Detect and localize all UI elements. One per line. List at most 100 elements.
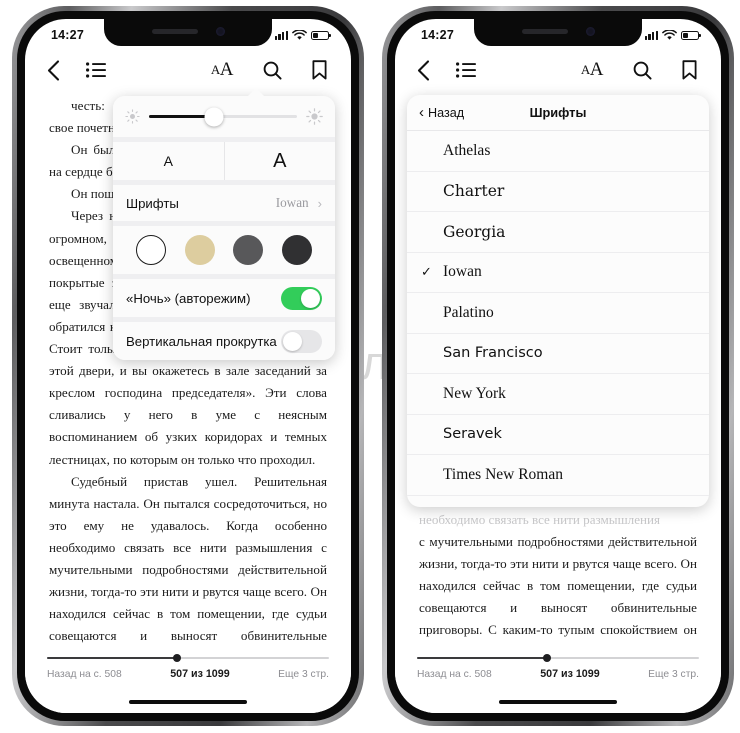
aa-large-label: A — [589, 59, 604, 80]
signal-bars-icon — [274, 30, 288, 40]
font-name: Seravek — [443, 426, 502, 443]
theme-swatch-sepia[interactable] — [184, 235, 215, 265]
phone-left-screen: 14:27 A A честь: свое почетное Он был на… — [25, 19, 351, 713]
navbar-left-group — [25, 59, 106, 81]
wifi-icon — [662, 29, 677, 40]
brightness-slider[interactable] — [149, 107, 297, 126]
font-list-item[interactable]: Georgia — [407, 212, 709, 253]
toggle-knob — [301, 288, 320, 308]
brightness-section — [113, 96, 335, 137]
font-list-item[interactable]: Charter — [407, 172, 709, 212]
night-mode-label: «Ночь» (авторежим) — [126, 290, 251, 306]
appearance-popup: A A Шрифты Iowan › «Ночь» (авторежим) Ве… — [113, 88, 335, 360]
progress-knob[interactable] — [542, 654, 551, 662]
font-list-item[interactable]: New York — [407, 374, 709, 415]
chevron-left-icon: ‹ — [419, 103, 424, 121]
status-indicators — [644, 29, 701, 41]
table-of-contents-button[interactable] — [86, 62, 106, 78]
back-to-page-link[interactable]: Назад на с. 508 — [47, 669, 122, 680]
vertical-scroll-section: Вертикальная прокрутка — [113, 322, 335, 360]
navbar-right-group: AA — [211, 59, 351, 81]
night-mode-toggle[interactable] — [281, 286, 322, 310]
reader-navbar-left: AA — [25, 49, 351, 91]
font-panel-back-button[interactable]: ‹ Назад — [419, 103, 465, 121]
brightness-slider-knob[interactable] — [204, 107, 224, 126]
notch — [474, 19, 642, 46]
progress-knob[interactable] — [172, 654, 181, 662]
home-indicator[interactable] — [129, 700, 247, 704]
fonts-row[interactable]: Шрифты Iowan › — [113, 185, 335, 221]
font-list-item-selected[interactable]: ✓ Iowan — [407, 253, 709, 293]
decrease-font-size-button[interactable]: A — [113, 142, 225, 180]
font-panel-back-label: Назад — [428, 105, 465, 120]
font-name: Iowan — [443, 263, 482, 281]
reader-navbar-right: AA — [395, 49, 721, 91]
font-size-section: A A — [113, 142, 335, 180]
reading-progress-slider[interactable] — [47, 654, 329, 662]
theme-section — [113, 226, 335, 274]
status-indicators — [274, 29, 331, 41]
brightness-row — [113, 96, 335, 137]
font-list-item[interactable]: San Francisco — [407, 334, 709, 374]
theme-swatch-gray[interactable] — [233, 235, 264, 265]
fonts-row-label: Шрифты — [126, 195, 179, 211]
reading-progress-slider[interactable] — [417, 654, 699, 662]
vertical-scroll-toggle[interactable] — [281, 329, 322, 353]
phone-right-bezel: 14:27 A A необходимо связать все нити ра… — [387, 11, 729, 721]
aa-small-label: A — [580, 62, 590, 77]
brightness-high-icon — [306, 108, 323, 125]
phone-left-bezel: 14:27 A A честь: свое почетное Он был на… — [17, 11, 359, 721]
aa-small-label: A — [210, 62, 220, 77]
earpiece-speaker-icon — [151, 29, 198, 34]
checkmark-icon: ✓ — [421, 264, 432, 280]
signal-bars-icon — [644, 30, 658, 40]
page-indicator: 507 из 1099 — [170, 668, 230, 680]
search-icon[interactable] — [633, 61, 652, 80]
navbar-right-group: AA — [581, 59, 721, 81]
night-mode-section: «Ночь» (авторежим) — [113, 279, 335, 317]
theme-swatch-white[interactable] — [136, 235, 167, 265]
font-size-row: A A — [113, 142, 335, 180]
status-time: 14:27 — [421, 28, 454, 42]
notch — [104, 19, 272, 46]
pages-left-label: Еще 3 стр. — [278, 668, 329, 680]
font-name: Georgia — [443, 222, 506, 241]
phone-right-screen: 14:27 A A необходимо связать все нити ра… — [395, 19, 721, 713]
navbar-left-group — [395, 59, 476, 81]
table-of-contents-button[interactable] — [456, 62, 476, 78]
font-list-item[interactable]: Palatino — [407, 293, 709, 334]
font-list-item[interactable]: Times New Roman — [407, 455, 709, 496]
font-list-item[interactable]: Athelas — [407, 131, 709, 172]
fonts-section: Шрифты Iowan › — [113, 185, 335, 221]
battery-low-icon — [311, 30, 331, 40]
font-list-item[interactable]: Seravek — [407, 415, 709, 455]
earpiece-speaker-icon — [521, 29, 568, 34]
font-name: Palatino — [443, 303, 494, 321]
popup-arrow — [247, 88, 265, 97]
font-panel-header: ‹ Назад Шрифты — [407, 95, 709, 131]
pages-left-label: Еще 3 стр. — [648, 668, 699, 680]
reader-status-row: Назад на с. 508 507 из 1099 Еще 3 стр. — [417, 668, 699, 680]
status-time: 14:27 — [51, 28, 84, 42]
toggle-knob — [283, 331, 302, 351]
back-to-page-link[interactable]: Назад на с. 508 — [417, 669, 492, 680]
vertical-scroll-row: Вертикальная прокрутка — [113, 322, 335, 360]
increase-font-size-button[interactable]: A — [225, 142, 336, 180]
font-list-panel: ‹ Назад Шрифты Athelas Charter Georgia ✓… — [407, 95, 709, 507]
reader-status-row: Назад на с. 508 507 из 1099 Еще 3 стр. — [47, 668, 329, 680]
night-mode-row: «Ночь» (авторежим) — [113, 279, 335, 317]
bookmark-icon[interactable] — [682, 60, 697, 80]
theme-swatch-row — [113, 226, 335, 274]
home-indicator[interactable] — [499, 700, 617, 704]
screenshot-stage: Яблык 14:27 A A честь: свое почетное Он … — [0, 0, 740, 733]
back-button[interactable] — [47, 59, 60, 81]
book-paragraph-faded: необходимо связать все нити размышления — [419, 512, 661, 527]
front-camera-icon — [215, 27, 225, 36]
theme-swatch-black[interactable] — [281, 235, 312, 265]
back-button[interactable] — [417, 59, 430, 81]
search-icon[interactable] — [263, 61, 282, 80]
progress-fill — [47, 657, 177, 659]
aa-text-size-icon[interactable]: AA — [580, 59, 604, 81]
aa-text-size-icon[interactable]: AA — [210, 59, 234, 81]
bookmark-icon[interactable] — [312, 60, 327, 80]
